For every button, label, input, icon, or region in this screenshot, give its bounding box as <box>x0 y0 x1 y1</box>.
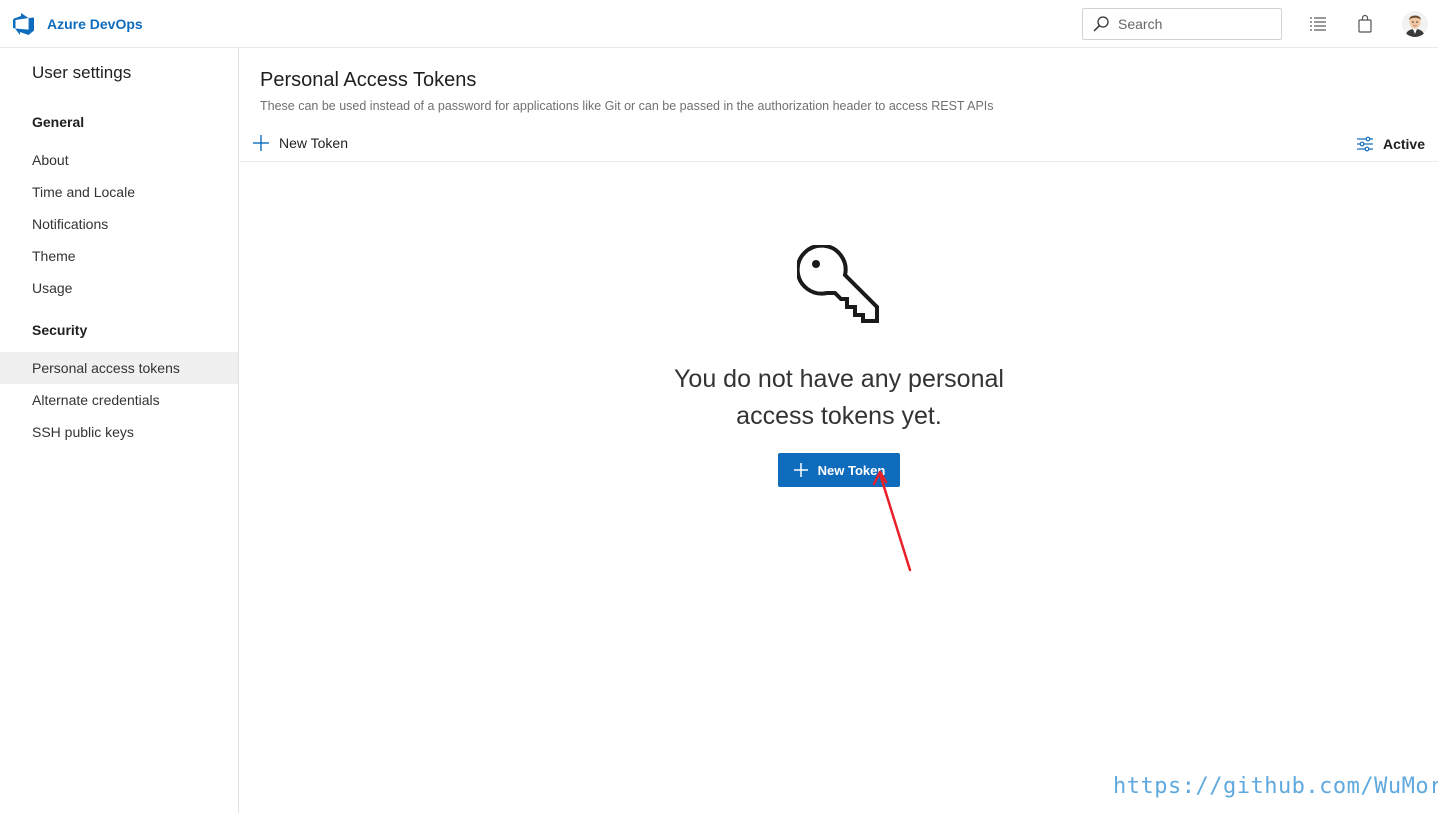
checklist-icon[interactable] <box>1308 14 1328 34</box>
avatar-image <box>1402 11 1428 37</box>
command-bar: New Token Active <box>240 128 1438 162</box>
shopping-bag-icon[interactable] <box>1355 14 1375 34</box>
key-icon <box>797 245 879 323</box>
sidebar-item-usage[interactable]: Usage <box>0 272 238 304</box>
sidebar-item-notifications[interactable]: Notifications <box>0 208 238 240</box>
sidebar-item-theme[interactable]: Theme <box>0 240 238 272</box>
user-avatar[interactable] <box>1402 11 1428 37</box>
brand[interactable]: Azure DevOps <box>12 12 143 36</box>
active-filter-button[interactable]: Active <box>1356 135 1425 153</box>
active-filter-label: Active <box>1382 136 1425 152</box>
top-bar: Azure DevOps <box>0 0 1438 48</box>
azure-devops-logo-icon <box>13 13 34 35</box>
new-token-command-label: New Token <box>279 135 349 151</box>
section-heading-security: Security <box>32 322 88 338</box>
settings-sidebar: User settings General About Time and Loc… <box>0 48 239 813</box>
section-heading-general: General <box>32 114 85 130</box>
new-token-command-button[interactable]: New Token <box>252 134 348 152</box>
plus-icon <box>253 135 269 151</box>
sidebar-item-alternate-credentials[interactable]: Alternate credentials <box>0 384 238 416</box>
brand-name: Azure DevOps <box>47 16 143 32</box>
empty-state-line-1: You do not have any personal <box>674 365 1004 393</box>
red-arrow-annotation <box>872 470 912 572</box>
search-icon <box>1093 16 1109 32</box>
sidebar-title: User settings <box>32 63 132 82</box>
search-input[interactable] <box>1118 16 1268 32</box>
sidebar-item-personal-access-tokens[interactable]: Personal access tokens <box>0 352 238 384</box>
plus-icon <box>793 463 808 477</box>
main-content: Personal Access Tokens These can be used… <box>240 48 1438 813</box>
page-description: These can be used instead of a password … <box>260 99 994 113</box>
empty-state-line-2: access tokens yet. <box>736 402 942 430</box>
search-box[interactable] <box>1082 8 1282 40</box>
empty-state-message: You do not have any personal access toke… <box>639 361 1039 435</box>
page-title: Personal Access Tokens <box>260 69 477 91</box>
watermark-text: https://github.com/WuMortal <box>1113 774 1438 799</box>
sidebar-item-ssh-public-keys[interactable]: SSH public keys <box>0 416 238 448</box>
sidebar-item-time-and-locale[interactable]: Time and Locale <box>0 176 238 208</box>
filter-settings-icon <box>1356 136 1373 152</box>
sidebar-item-about[interactable]: About <box>0 144 238 176</box>
